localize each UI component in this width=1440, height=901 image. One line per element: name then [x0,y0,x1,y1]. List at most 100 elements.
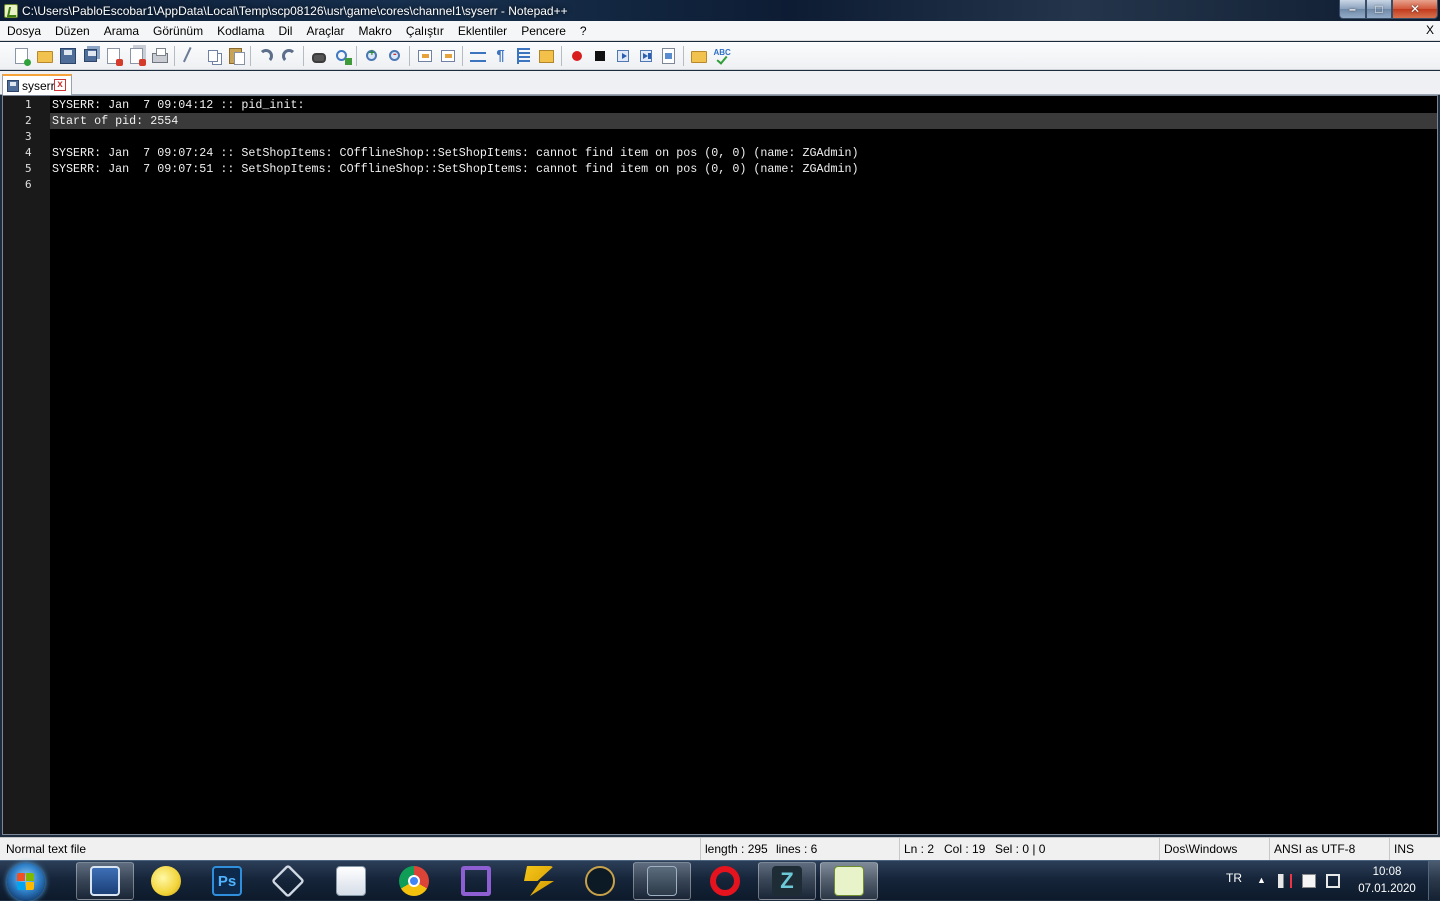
tray-show-hidden-icon[interactable]: ▲ [1257,875,1266,885]
taskbar-league-of-legends[interactable] [571,862,629,900]
start-button[interactable] [7,863,45,901]
redo-button[interactable] [277,45,300,67]
show-desktop-button[interactable] [1428,861,1440,900]
code-line[interactable]: SYSERR: Jan 7 09:07:24 :: SetShopItems: … [50,145,1437,161]
close-file-icon [107,47,123,66]
close-file-button[interactable] [102,45,125,67]
tab-syserr[interactable]: syserr x [2,74,72,95]
menu-dil[interactable]: Dil [271,21,299,41]
taskbar-visual-studio[interactable] [447,862,505,900]
code-line[interactable]: SYSERR: Jan 7 09:07:51 :: SetShopItems: … [50,161,1437,177]
spell-check-button[interactable]: ABC [710,45,733,67]
sync-vertical-button[interactable] [413,45,436,67]
record-macro-button[interactable] [565,45,588,67]
indent-guide-icon [517,47,530,64]
close-document-button[interactable]: X [1426,23,1434,37]
taskbar-file-transfer[interactable] [322,862,380,900]
windows-logo-icon [17,873,35,891]
save-button[interactable] [56,45,79,67]
photoshop-icon: Ps [212,866,242,896]
copy-button[interactable] [201,45,224,67]
save-all-button[interactable] [79,45,102,67]
menu-araclar[interactable]: Araçlar [299,21,351,41]
code-line[interactable] [50,177,1437,193]
taskbar-chrome[interactable] [385,862,443,900]
copy-icon [207,49,218,62]
menu-gorunum[interactable]: Görünüm [146,21,210,41]
new-file-button[interactable] [10,45,33,67]
taskbar-z-app[interactable]: Z [758,862,816,900]
tray-language[interactable]: TR [1226,871,1242,885]
zoom-in-button[interactable] [360,45,383,67]
play-macro-button[interactable] [611,45,634,67]
maximize-icon: □ [1375,2,1383,16]
toolbar-separator [561,45,562,66]
taskbar-opera[interactable] [696,862,754,900]
remote-desktop-icon [90,866,120,896]
stop-macro-icon [594,50,605,61]
sync-horizontal-button[interactable] [436,45,459,67]
menu-dosya[interactable]: Dosya [0,21,48,41]
code-line-current[interactable]: Start of pid: 2554 [50,113,1437,129]
toolbar-separator [409,45,410,66]
volume-muted-icon[interactable] [1278,874,1292,888]
title-bar[interactable]: C:\Users\PabloEscobar1\AppData\Local\Tem… [0,0,1440,21]
taskbar-photoshop[interactable]: Ps [198,862,256,900]
taskbar-remote-desktop[interactable] [76,862,134,900]
action-center-icon[interactable] [1302,874,1316,888]
status-sel: Sel : 0 | 0 [995,842,1046,856]
taskbar-notepad-plus-plus[interactable] [820,862,878,900]
network-icon[interactable] [1326,874,1340,888]
open-file-button[interactable] [33,45,56,67]
line-number: 5 [25,162,32,175]
menu-pencere[interactable]: Pencere [514,21,573,41]
save-all-icon [84,49,97,62]
new-file-icon [15,47,31,66]
zoom-out-button[interactable] [383,45,406,67]
indent-guide-button[interactable] [512,45,535,67]
notepad-plus-plus-icon[interactable] [4,3,18,18]
run-macro-multiple-button[interactable] [634,45,657,67]
cut-button[interactable] [178,45,201,67]
zoom-in-icon [366,48,377,61]
show-all-chars-button[interactable]: ¶ [489,45,512,67]
save-macro-button[interactable] [657,45,680,67]
menu-eklentiler[interactable]: Eklentiler [451,21,514,41]
launch-browser-button[interactable] [687,45,710,67]
status-bar: Normal text file length : 295 lines : 6 … [0,837,1440,861]
virtualbox-icon [271,864,305,898]
menu-duzen[interactable]: Düzen [48,21,97,41]
code-line[interactable] [50,129,1437,145]
line-number: 6 [25,178,32,191]
close-button[interactable]: ✕ [1392,0,1438,19]
status-insert-mode: INS [1389,838,1440,861]
visual-studio-icon [461,866,491,896]
taskbar-virtualbox[interactable] [259,862,317,900]
tab-close-icon[interactable]: x [54,79,66,91]
maximize-button[interactable]: □ [1366,0,1392,19]
paste-button[interactable] [224,45,247,67]
menu-makro[interactable]: Makro [351,21,398,41]
menu-calistir[interactable]: Çalıştır [399,21,451,41]
print-button[interactable] [148,45,171,67]
clock-time: 10:08 [1372,866,1402,878]
clock[interactable]: 10:08 07.01.2020 [1352,864,1422,898]
find-button[interactable] [307,45,330,67]
undo-button[interactable] [254,45,277,67]
text-area[interactable]: SYSERR: Jan 7 09:04:12 :: pid_init: Star… [50,96,1437,834]
menu-kodlama[interactable]: Kodlama [210,21,271,41]
user-language-button[interactable] [535,45,558,67]
menu-arama[interactable]: Arama [97,21,146,41]
stop-macro-button[interactable] [588,45,611,67]
code-line[interactable]: SYSERR: Jan 7 09:04:12 :: pid_init: [50,97,1437,113]
word-wrap-button[interactable] [466,45,489,67]
editor[interactable]: 1 2 3 4 5 6 SYSERR: Jan 7 09:04:12 :: pi… [2,95,1438,835]
taskbar-network-tool[interactable] [633,862,691,900]
menu-help[interactable]: ? [573,21,594,41]
taskbar-winscp[interactable] [137,862,195,900]
taskbar-zeal[interactable] [510,862,568,900]
line-number-gutter[interactable]: 1 2 3 4 5 6 [3,96,50,834]
close-all-button[interactable] [125,45,148,67]
replace-button[interactable] [330,45,353,67]
minimize-button[interactable]: – [1339,0,1366,19]
